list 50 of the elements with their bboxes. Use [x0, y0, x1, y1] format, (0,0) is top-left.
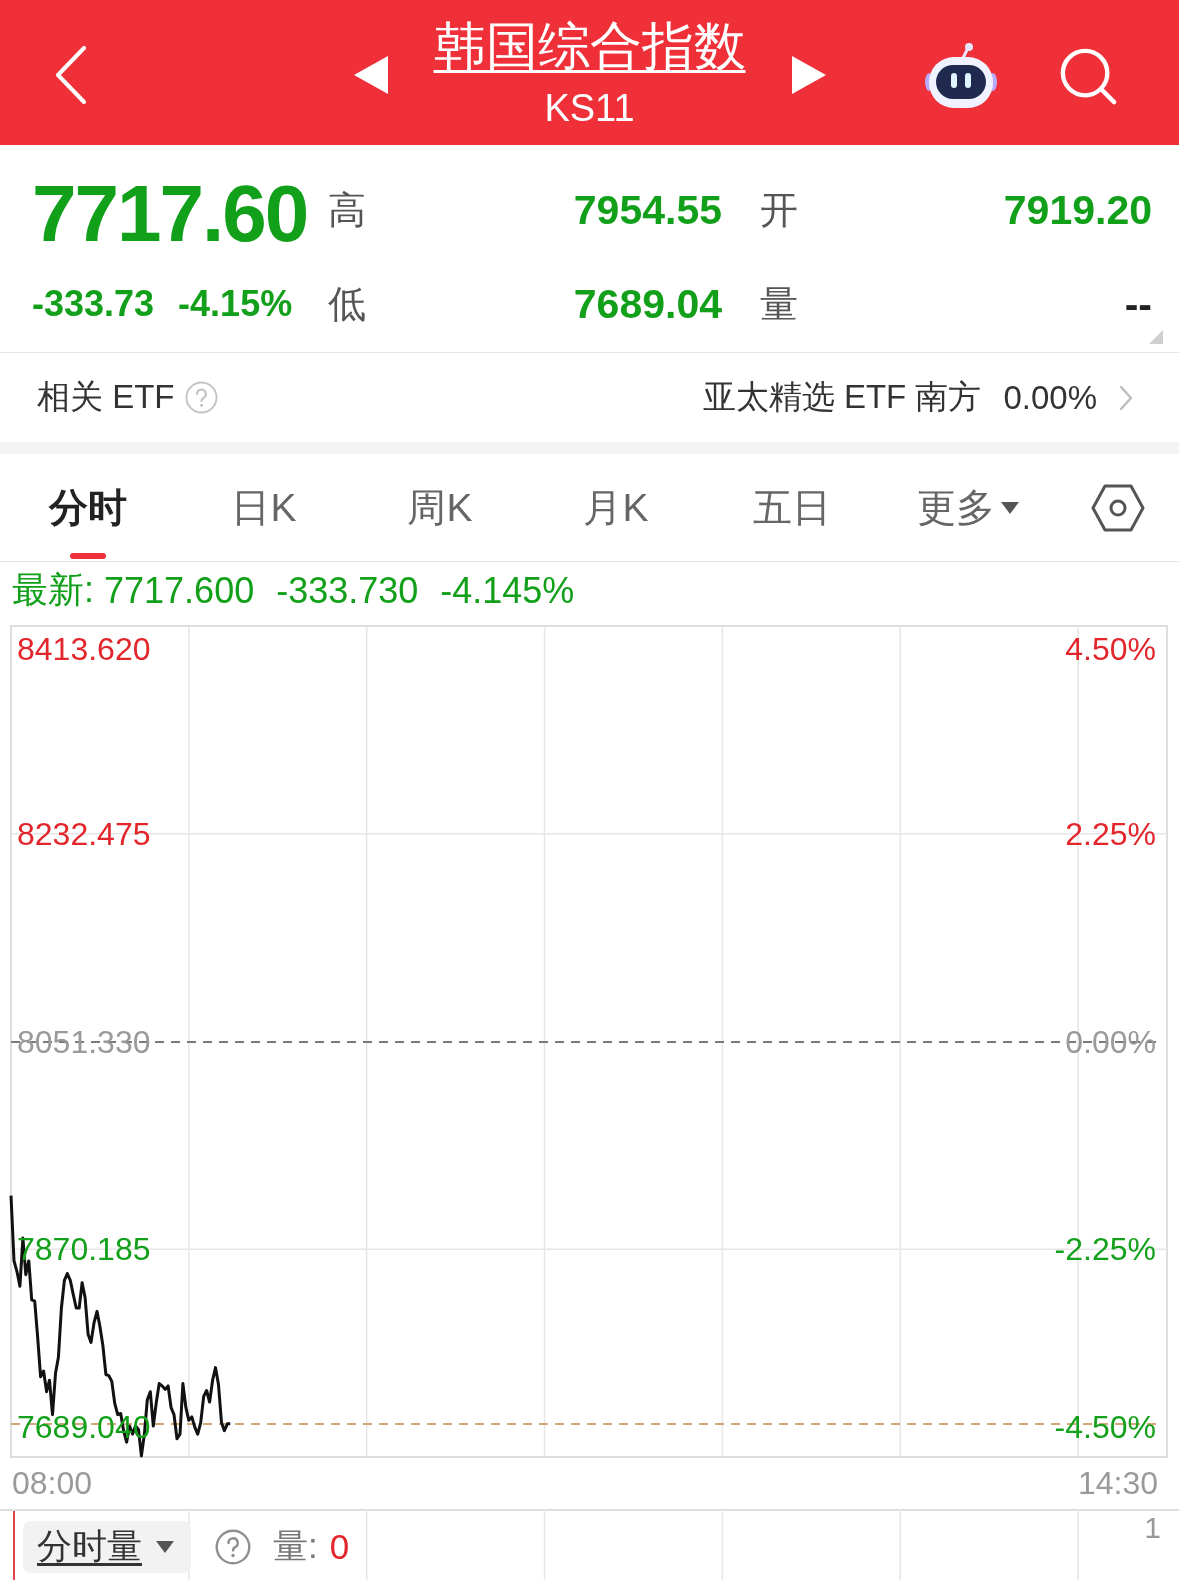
search-icon[interactable] — [1059, 46, 1117, 105]
price-change: -333.73 — [32, 283, 155, 325]
stat-label: 高 — [328, 187, 367, 233]
percent-axis-label: 4.50% — [1065, 631, 1156, 667]
robot-icon[interactable] — [925, 41, 997, 110]
etf-label: 相关 ETF — [37, 377, 175, 417]
volume-label: 量: — [273, 1525, 318, 1567]
stat-value: -- — [1123, 280, 1152, 328]
stat-label: 低 — [328, 281, 367, 327]
y-axis-label: 8413.620 — [17, 631, 151, 667]
change-percent: -4.15% — [178, 283, 293, 325]
x-axis-label: 08:00 — [12, 1465, 93, 1501]
stat-label: 量 — [759, 281, 798, 327]
volume-value: 0 — [329, 1526, 350, 1567]
index-code: KS11 — [544, 85, 635, 130]
indicator-dropdown[interactable]: 分时量 — [23, 1520, 191, 1573]
last-price: 7717.60 — [32, 174, 309, 254]
caret-icon — [1001, 501, 1019, 514]
volume-axis-label: 1 — [1144, 1511, 1161, 1545]
y-axis-label: 8051.330 — [17, 1023, 151, 1060]
percent-axis-label: 2.25% — [1065, 815, 1156, 852]
x-axis-label: 14:30 — [1077, 1465, 1158, 1501]
settings-icon[interactable] — [1090, 483, 1145, 532]
chart-tab[interactable]: 分时 — [0, 454, 176, 561]
latest-change-percent: -4.145% — [440, 569, 575, 612]
y-axis-label: 8232.475 — [17, 815, 151, 852]
caret-icon — [156, 1540, 174, 1553]
latest-price: 7717.600 — [104, 569, 255, 612]
help-icon[interactable] — [215, 1528, 251, 1565]
chart-tab[interactable]: 日K — [176, 454, 352, 561]
index-title[interactable]: 韩国综合指数 — [433, 15, 746, 76]
etf-name[interactable]: 亚太精选 ETF 南方 — [702, 375, 982, 420]
latest-label: 最新: — [12, 568, 94, 612]
chart-tab[interactable]: 五日 — [704, 454, 880, 561]
triangle-right-icon[interactable] — [791, 55, 826, 94]
stat-value: 7919.20 — [1002, 186, 1152, 234]
etf-change: 0.00% — [1003, 378, 1097, 417]
triangle-left-icon[interactable] — [353, 55, 388, 94]
stat-value: 7689.04 — [572, 280, 722, 328]
latest-change: -333.730 — [276, 569, 419, 612]
back-icon[interactable] — [55, 45, 87, 104]
percent-axis-label: -4.50% — [1054, 1409, 1156, 1445]
chart-tab[interactable]: 周K — [352, 454, 528, 561]
chart-tab[interactable]: 更多 — [880, 454, 1056, 561]
stat-value: 7954.55 — [572, 186, 722, 234]
active-tab-indicator — [70, 553, 106, 559]
stat-label: 开 — [759, 187, 798, 233]
percent-axis-label: 0.00% — [1065, 1023, 1156, 1060]
percent-axis-label: -2.25% — [1054, 1231, 1156, 1268]
chart-tab[interactable]: 月K — [528, 454, 704, 561]
